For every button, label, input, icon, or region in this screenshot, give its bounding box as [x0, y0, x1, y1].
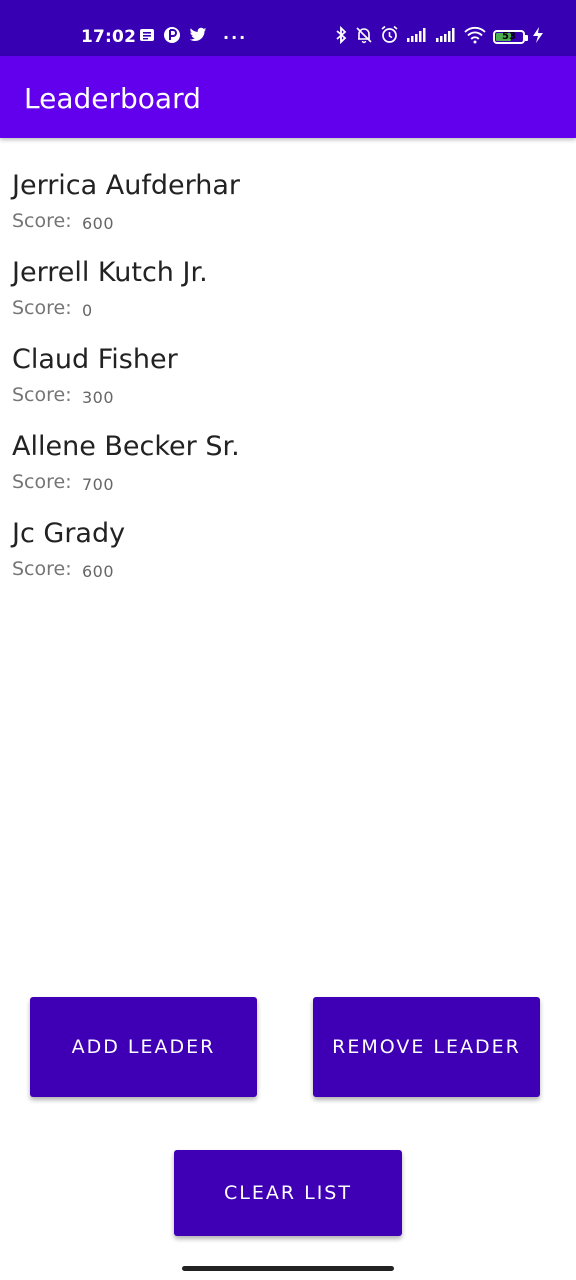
status-left-icons: ···: [139, 26, 247, 48]
notes-icon: [139, 27, 155, 48]
list-item[interactable]: Jc Grady Score: 600: [12, 486, 552, 581]
alarm-icon: [380, 25, 399, 49]
battery-level: 53: [502, 31, 516, 42]
remove-leader-button[interactable]: REMOVE LEADER: [313, 997, 540, 1097]
list-item[interactable]: Jerrica Aufderhar Score: 600: [12, 138, 552, 233]
list-item[interactable]: Jerrell Kutch Jr. Score: 0: [12, 225, 552, 320]
add-leader-button[interactable]: ADD LEADER: [30, 997, 257, 1097]
charging-icon: [532, 26, 544, 48]
leader-name: Jc Grady: [12, 518, 126, 549]
page-title: Leaderboard: [24, 82, 201, 115]
leader-name: Claud Fisher: [12, 344, 178, 375]
wifi-icon: [464, 26, 486, 49]
status-time: 17:02: [81, 27, 137, 47]
leader-name: Jerrica Aufderhar: [12, 170, 240, 201]
status-bar: 17:02 ··· 53: [0, 0, 576, 56]
status-right-icons: 53: [334, 25, 544, 49]
app-bar: Leaderboard: [0, 56, 576, 138]
score-value: 600: [82, 562, 115, 581]
signal-icon: [435, 27, 457, 48]
app-icon: [163, 26, 181, 49]
clear-list-button[interactable]: CLEAR LIST: [174, 1150, 402, 1236]
list-item[interactable]: Claud Fisher Score: 300: [12, 312, 552, 407]
bluetooth-icon: [334, 25, 348, 49]
leader-name: Jerrell Kutch Jr.: [12, 257, 208, 288]
home-indicator[interactable]: [182, 1266, 394, 1271]
mute-icon: [355, 26, 373, 49]
list-item[interactable]: Allene Becker Sr. Score: 700: [12, 399, 552, 494]
leader-name: Allene Becker Sr.: [12, 431, 240, 462]
more-icon: ···: [223, 27, 248, 47]
battery-icon: 53: [493, 30, 528, 44]
twitter-icon: [189, 27, 207, 48]
score-label: Score:: [12, 558, 72, 580]
signal-icon: [406, 27, 428, 48]
